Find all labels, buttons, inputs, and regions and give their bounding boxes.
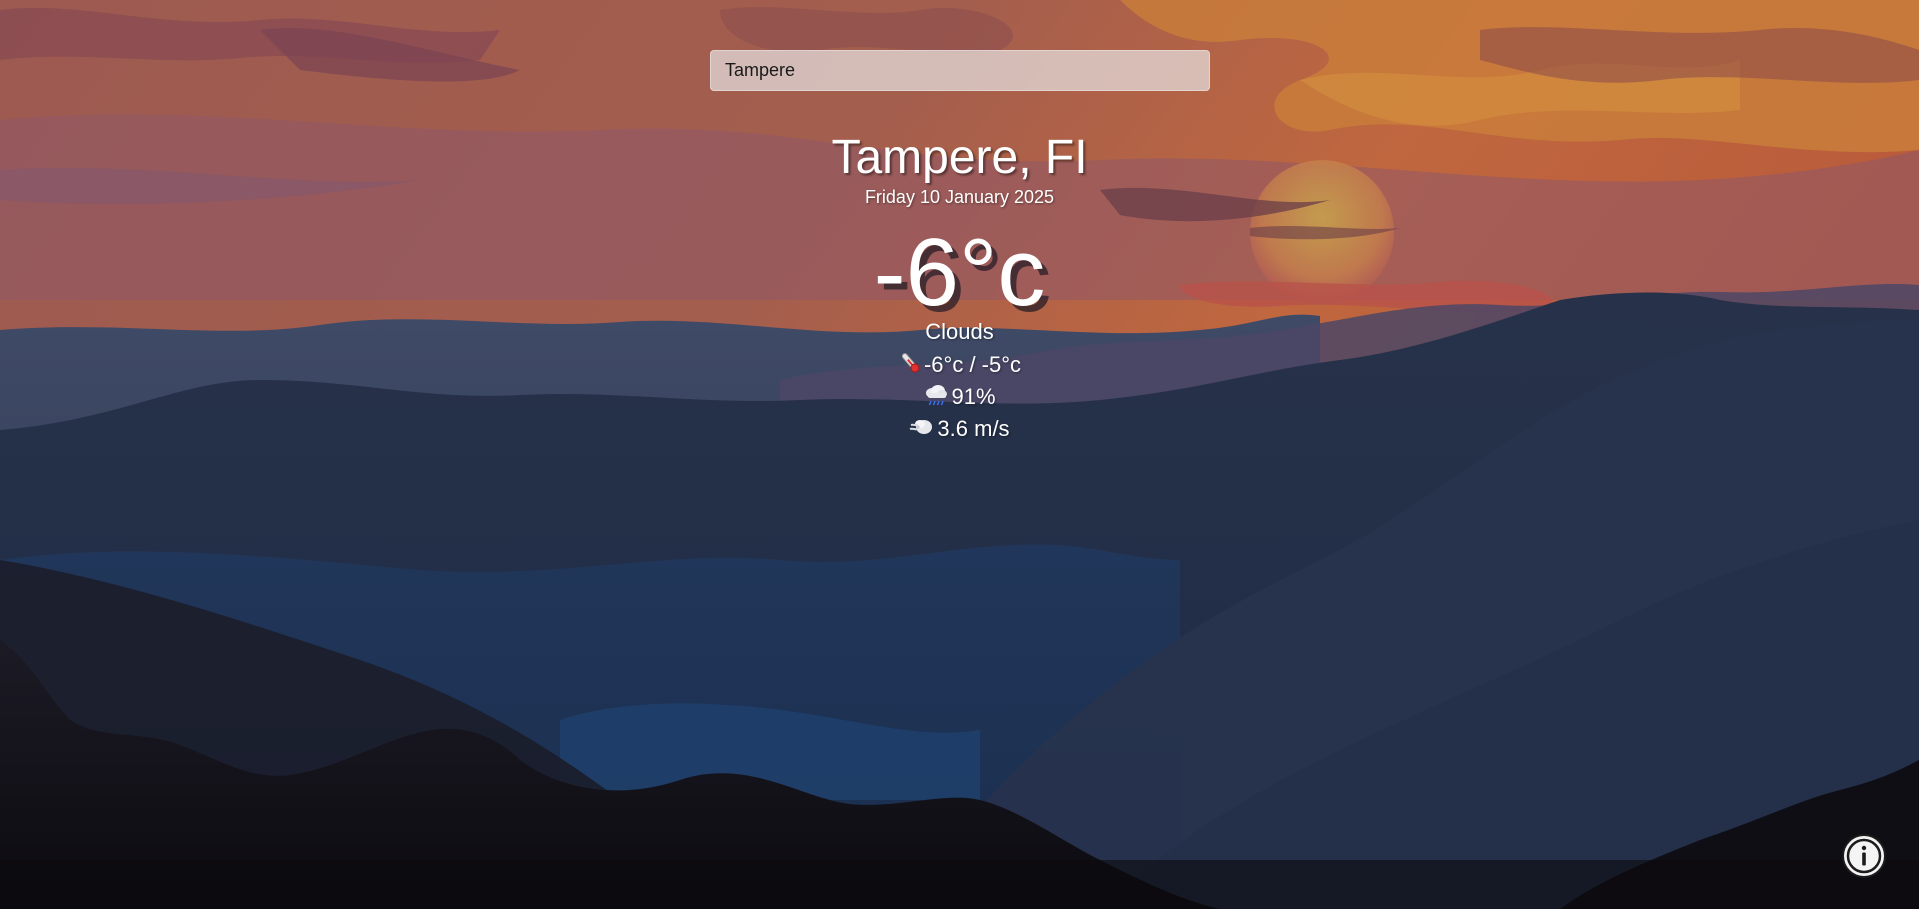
temperature-range-value: -6°c / -5°c — [923, 352, 1022, 377]
humidity-value: 91% — [951, 384, 996, 409]
search-bar — [710, 50, 1210, 91]
weather-condition: Clouds — [925, 319, 994, 344]
cloud-rain-icon — [923, 382, 949, 416]
weather-app: Tampere, FI Friday 10 January 2025 -6°c … — [0, 0, 1919, 909]
current-temperature: -6°c — [873, 219, 1046, 326]
info-icon — [1846, 838, 1882, 874]
temperature-range-row: -6°c / -5°c — [0, 350, 1919, 384]
info-button[interactable] — [1842, 834, 1886, 878]
thermometer-icon — [898, 350, 922, 384]
wind-speed-value: 3.6 m/s — [937, 416, 1010, 441]
wind-face-icon — [909, 414, 935, 448]
location-title: Tampere, FI — [831, 131, 1088, 184]
current-date: Friday 10 January 2025 — [864, 187, 1055, 207]
humidity-row: 91% — [0, 382, 1919, 416]
city-search-input[interactable] — [710, 50, 1210, 91]
wind-row: 3.6 m/s — [0, 414, 1919, 448]
